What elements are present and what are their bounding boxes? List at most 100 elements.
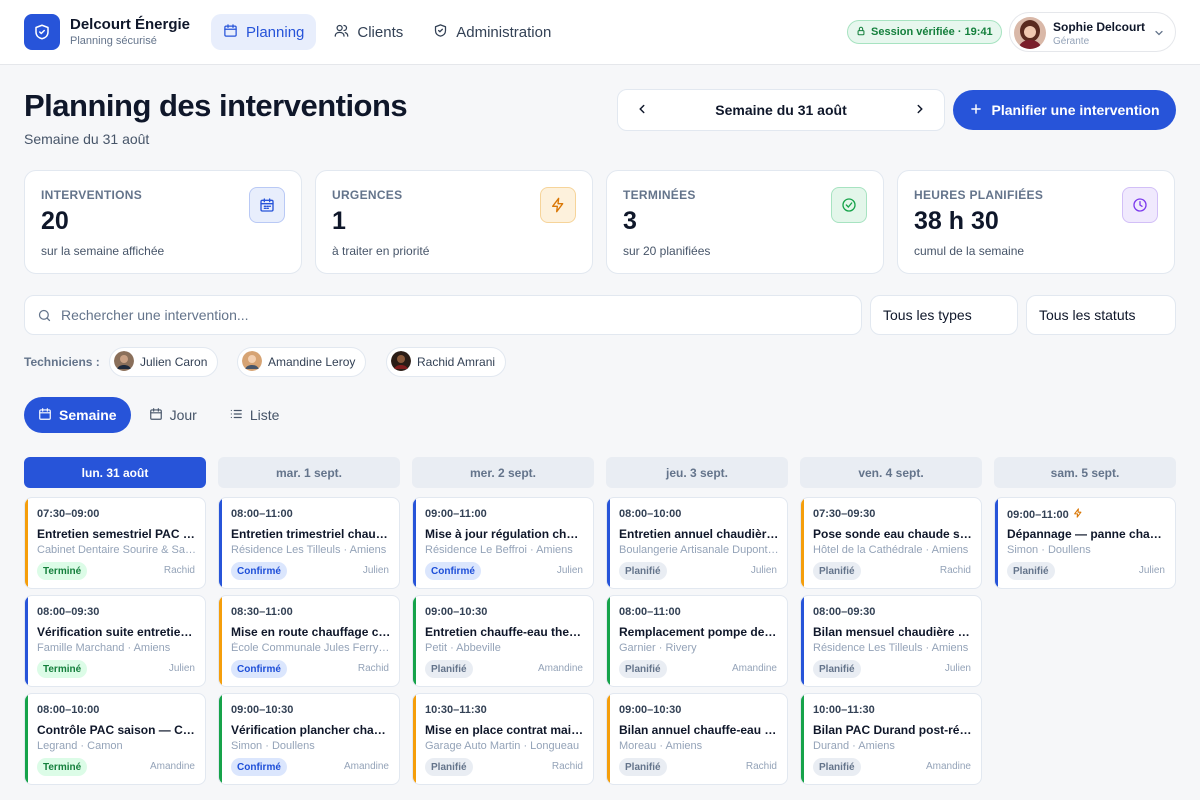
- card-time-row: 08:00–10:00: [37, 704, 99, 716]
- card-title: Mise à jour régulation chaufferie: [425, 527, 585, 541]
- card-accent-bar: [25, 596, 28, 686]
- card-technician: Julien: [556, 565, 583, 576]
- card-accent-bar: [995, 498, 998, 588]
- card-time-row: 09:00–11:00: [1007, 508, 1083, 521]
- card-title: Mise en route chauffage collectif: [231, 625, 391, 639]
- day-header[interactable]: mer. 2 sept.: [412, 457, 594, 488]
- status-badge: Confirmé: [231, 758, 287, 776]
- day-header[interactable]: lun. 31 août: [24, 457, 206, 488]
- intervention-card[interactable]: 08:00–10:00 Contrôle PAC saison — Camon Le…: [24, 693, 206, 785]
- tab-label: Liste: [249, 407, 280, 423]
- card-accent-bar: [607, 498, 610, 588]
- nav-clients[interactable]: Clients: [322, 14, 415, 50]
- technician-chip[interactable]: Rachid Amrani: [386, 347, 507, 377]
- card-location: Famille Marchand · Amiens: [37, 642, 171, 654]
- intervention-card[interactable]: 08:00–10:00 Entretien annuel chaudière ga…: [606, 497, 788, 589]
- lightning-icon: [540, 187, 576, 223]
- card-time: 10:00–11:30: [813, 704, 875, 716]
- card-technician: Julien: [750, 565, 777, 576]
- type-select[interactable]: Tous les types: [870, 295, 1018, 335]
- card-accent-bar: [801, 596, 804, 686]
- intervention-card[interactable]: 07:30–09:00 Entretien semestriel PAC Daik…: [24, 497, 206, 589]
- tab-jour[interactable]: Jour: [135, 397, 211, 433]
- avatar: [242, 350, 262, 374]
- status-badge: Confirmé: [231, 660, 287, 678]
- card-time: 07:30–09:30: [813, 508, 876, 520]
- status-badge: Planifié: [813, 562, 861, 580]
- brand-subtitle: Planning sécurisé: [70, 35, 157, 47]
- tab-semaine[interactable]: Semaine: [24, 397, 131, 433]
- intervention-card[interactable]: 08:30–11:00 Mise en route chauffage colle…: [218, 595, 400, 687]
- card-accent-bar: [25, 498, 28, 588]
- calendar-icon: [38, 407, 52, 424]
- card-accent-bar: [413, 694, 416, 784]
- stat-value: 1: [332, 207, 346, 235]
- status-badge: Planifié: [425, 758, 473, 776]
- card-technician: Rachid: [551, 761, 583, 772]
- technician-name: Rachid Amrani: [417, 355, 496, 369]
- card-time-row: 08:00–09:30: [37, 606, 99, 618]
- next-week-button[interactable]: [898, 90, 942, 132]
- intervention-card[interactable]: 08:00–09:30 Vérification suite entretien …: [24, 595, 206, 687]
- intervention-card[interactable]: 09:00–10:30 Entretien chauffe-eau thermod…: [412, 595, 594, 687]
- status-badge: Planifié: [619, 562, 667, 580]
- card-location: Moreau · Amiens: [619, 740, 703, 752]
- card-time-row: 08:00–11:00: [231, 508, 293, 520]
- stat-card-heures: HEURES PLANIFIÉES 38 h 30 cumul de la se…: [897, 170, 1175, 274]
- search-icon: [37, 308, 52, 328]
- day-header[interactable]: jeu. 3 sept.: [606, 457, 788, 488]
- intervention-card[interactable]: 08:00–11:00 Remplacement pompe de circula…: [606, 595, 788, 687]
- intervention-card[interactable]: 09:00–10:30 Bilan annuel chauffe-eau sola…: [606, 693, 788, 785]
- card-location: Boulangerie Artisanale Dupont · Amiens: [619, 544, 779, 556]
- intervention-card[interactable]: 09:00–11:00 Mise à jour régulation chauff…: [412, 497, 594, 589]
- card-title: Vérification suite entretien annuel: [37, 625, 197, 639]
- card-location: Résidence Les Tilleuls · Amiens: [231, 544, 387, 556]
- tab-liste[interactable]: Liste: [215, 397, 294, 433]
- card-accent-bar: [607, 596, 610, 686]
- intervention-card[interactable]: 07:30–09:30 Pose sonde eau chaude sanitai…: [800, 497, 982, 589]
- card-technician: Amandine: [925, 761, 971, 772]
- status-badge: Terminé: [37, 562, 88, 580]
- card-accent-bar: [25, 694, 28, 784]
- day-header[interactable]: mar. 1 sept.: [218, 457, 400, 488]
- stat-caption: à traiter en priorité: [332, 244, 430, 258]
- card-location: Garnier · Rivery: [619, 642, 697, 654]
- main-nav: Planning Clients Administration: [211, 14, 563, 50]
- technicians-label: Techniciens :: [24, 355, 100, 369]
- intervention-card[interactable]: 08:00–11:00 Entretien trimestriel chauffe…: [218, 497, 400, 589]
- nav-planning[interactable]: Planning: [211, 14, 317, 50]
- intervention-card[interactable]: 10:30–11:30 Mise en place contrat mainten…: [412, 693, 594, 785]
- user-menu[interactable]: Sophie Delcourt Gérante: [1009, 12, 1176, 52]
- intervention-card[interactable]: 09:00–11:00 Dépannage — panne chaudière Si…: [994, 497, 1176, 589]
- card-technician: Amandine: [343, 761, 389, 772]
- card-location: École Communale Jules Ferry · Amiens: [231, 642, 391, 654]
- status-select[interactable]: Tous les statuts: [1026, 295, 1176, 335]
- intervention-card[interactable]: 08:00–09:30 Bilan mensuel chaudière colle…: [800, 595, 982, 687]
- technician-chip[interactable]: Julien Caron: [109, 347, 219, 377]
- day-header[interactable]: sam. 5 sept.: [994, 457, 1176, 488]
- card-title: Contrôle PAC saison — Camon: [37, 723, 197, 737]
- card-location: Cabinet Dentaire Sourire & Santé · Amien…: [37, 544, 197, 556]
- list-icon: [229, 407, 243, 424]
- card-title: Vérification plancher chauffant: [231, 723, 391, 737]
- technician-chip[interactable]: Amandine Leroy: [237, 347, 367, 377]
- plan-intervention-button[interactable]: Planifier une intervention: [953, 90, 1176, 130]
- card-technician: Rachid: [939, 565, 971, 576]
- status-badge: Terminé: [37, 660, 88, 678]
- nav-label: Planning: [246, 23, 305, 41]
- nav-administration[interactable]: Administration: [421, 14, 563, 50]
- card-title: Entretien chauffe-eau thermodynamique: [425, 625, 585, 639]
- search-input[interactable]: [61, 296, 851, 334]
- intervention-card[interactable]: 10:00–11:30 Bilan PAC Durand post-réparat…: [800, 693, 982, 785]
- top-bar: Delcourt Énergie Planning sécurisé Plann…: [0, 0, 1200, 65]
- stat-value: 20: [41, 207, 69, 235]
- status-badge: Planifié: [813, 758, 861, 776]
- card-location: Durand · Amiens: [813, 740, 895, 752]
- view-tabs: Semaine Jour Liste: [24, 397, 293, 433]
- card-time: 09:00–10:30: [619, 704, 682, 716]
- intervention-card[interactable]: 09:00–10:30 Vérification plancher chauffa…: [218, 693, 400, 785]
- card-time: 07:30–09:00: [37, 508, 100, 520]
- plan-button-label: Planifier une intervention: [991, 102, 1160, 118]
- day-header[interactable]: ven. 4 sept.: [800, 457, 982, 488]
- card-technician: Julien: [1138, 565, 1165, 576]
